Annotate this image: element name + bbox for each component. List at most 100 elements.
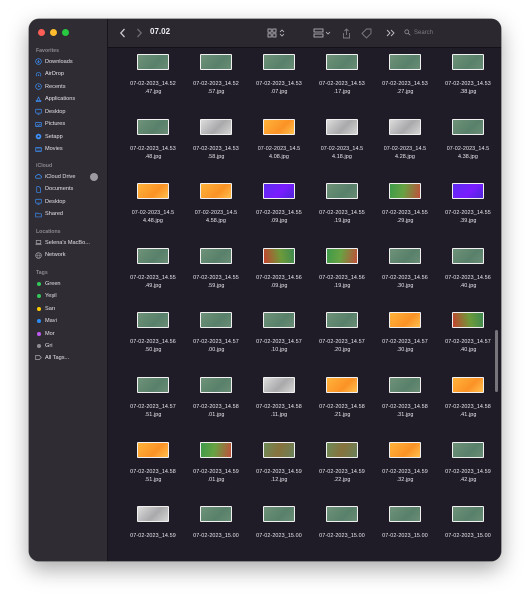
file-thumbnail[interactable] xyxy=(200,312,232,328)
file-name[interactable]: 07-02-2023_14.55 .19.jpg xyxy=(308,209,376,225)
file-item[interactable]: 07-02-2023_15.00 xyxy=(186,505,246,561)
sidebar-tag-sar[interactable]: Sarı xyxy=(35,303,103,314)
file-item[interactable]: 07-02-2023_14.59 .01.jpg xyxy=(186,441,246,503)
sidebar-item-shared[interactable]: Shared xyxy=(35,209,103,220)
file-name[interactable]: 07-02-2023_14.53 .58.jpg xyxy=(182,145,250,161)
file-item[interactable]: 07-02-2023_14.59 .32.jpg xyxy=(375,441,435,503)
file-thumbnail[interactable] xyxy=(263,377,295,393)
search-field[interactable]: Search xyxy=(404,26,501,39)
file-name[interactable]: 07-02-2023_14.57 .00.jpg xyxy=(182,338,250,354)
file-name[interactable]: 07-02-2023_14.58 .31.jpg xyxy=(371,403,439,419)
file-thumbnail[interactable] xyxy=(326,442,358,458)
file-name[interactable]: 07-02-2023_14.58 .01.jpg xyxy=(182,403,250,419)
group-by-button[interactable] xyxy=(312,25,334,41)
file-thumbnail[interactable] xyxy=(389,248,421,264)
file-thumbnail[interactable] xyxy=(452,442,484,458)
file-thumbnail[interactable] xyxy=(263,506,295,522)
file-thumbnail[interactable] xyxy=(452,119,484,135)
file-thumbnail[interactable] xyxy=(137,248,169,264)
file-item[interactable]: 07-02-2023_14.56 .50.jpg xyxy=(123,311,183,373)
file-name[interactable]: 07-02-2023_14.5 4.48.jpg xyxy=(119,209,187,225)
file-thumbnail[interactable] xyxy=(200,506,232,522)
file-item[interactable]: 07-02-2023_14.55 .59.jpg xyxy=(186,247,246,309)
file-item[interactable]: 07-02-2023_14.58 .01.jpg xyxy=(186,376,246,438)
file-item[interactable]: 07-02-2023_14.59 .12.jpg xyxy=(249,441,309,503)
sidebar-tag-green[interactable]: Green xyxy=(35,278,103,289)
file-item[interactable]: 07-02-2023_14.56 .09.jpg xyxy=(249,247,309,309)
file-item[interactable]: 07-02-2023_14.58 .21.jpg xyxy=(312,376,372,438)
file-thumbnail[interactable] xyxy=(326,183,358,199)
file-item[interactable]: 07-02-2023_14.5 4.18.jpg xyxy=(312,118,372,180)
sidebar-item-movies[interactable]: Movies xyxy=(35,144,103,155)
sidebar-tag-mavi[interactable]: Mavi xyxy=(35,316,103,327)
file-item[interactable]: 07-02-2023_14.57 .51.jpg xyxy=(123,376,183,438)
file-name[interactable]: 07-02-2023_14.5 4.08.jpg xyxy=(245,145,313,161)
file-thumbnail[interactable] xyxy=(452,183,484,199)
file-name[interactable]: 07-02-2023_15.00 xyxy=(245,532,313,540)
file-name[interactable]: 07-02-2023_15.00 xyxy=(434,532,501,540)
zoom-window-button[interactable] xyxy=(62,29,69,36)
sidebar-item-applications[interactable]: Applications xyxy=(35,94,103,105)
file-item[interactable]: 07-02-2023_14.58 .51.jpg xyxy=(123,441,183,503)
file-item[interactable]: 07-02-2023_14.53 .58.jpg xyxy=(186,118,246,180)
file-name[interactable]: 07-02-2023_14.53 .48.jpg xyxy=(119,145,187,161)
file-thumbnail[interactable] xyxy=(200,183,232,199)
file-name[interactable]: 07-02-2023_14.5 4.18.jpg xyxy=(308,145,376,161)
file-item[interactable]: 07-02-2023_14.57 .20.jpg xyxy=(312,311,372,373)
file-item[interactable]: 07-02-2023_14.53 .07.jpg xyxy=(249,53,309,115)
file-thumbnail[interactable] xyxy=(200,442,232,458)
file-name[interactable]: 07-02-2023_14.56 .50.jpg xyxy=(119,338,187,354)
sidebar-item-recents[interactable]: Recents xyxy=(35,81,103,92)
file-item[interactable]: 07-02-2023_14.5 4.48.jpg xyxy=(123,182,183,244)
file-item[interactable]: 07-02-2023_14.55 .19.jpg xyxy=(312,182,372,244)
file-item[interactable]: 07-02-2023_14.56 .19.jpg xyxy=(312,247,372,309)
file-item[interactable]: 07-02-2023_14.56 .30.jpg xyxy=(375,247,435,309)
file-thumbnail[interactable] xyxy=(326,506,358,522)
file-item[interactable]: 07-02-2023_15.00 xyxy=(438,505,498,561)
file-thumbnail[interactable] xyxy=(200,54,232,70)
file-thumbnail[interactable] xyxy=(389,506,421,522)
file-name[interactable]: 07-02-2023_14.55 .39.jpg xyxy=(434,209,501,225)
file-item[interactable]: 07-02-2023_14.57 .30.jpg xyxy=(375,311,435,373)
file-thumbnail[interactable] xyxy=(200,119,232,135)
file-thumbnail[interactable] xyxy=(263,442,295,458)
back-button[interactable] xyxy=(116,25,128,41)
file-thumbnail[interactable] xyxy=(326,248,358,264)
file-thumbnail[interactable] xyxy=(326,312,358,328)
file-thumbnail[interactable] xyxy=(452,506,484,522)
file-item[interactable]: 07-02-2023_14.58 .41.jpg xyxy=(438,376,498,438)
file-name[interactable]: 07-02-2023_14.58 .51.jpg xyxy=(119,468,187,484)
file-thumbnail[interactable] xyxy=(137,54,169,70)
file-thumbnail[interactable] xyxy=(137,119,169,135)
file-name[interactable]: 07-02-2023_14.58 .41.jpg xyxy=(434,403,501,419)
file-item[interactable]: 07-02-2023_14.52 .47.jpg xyxy=(123,53,183,115)
vertical-scrollbar[interactable] xyxy=(495,330,498,392)
sidebar-item-pictures[interactable]: Pictures xyxy=(35,119,103,130)
file-name[interactable]: 07-02-2023_14.55 .09.jpg xyxy=(245,209,313,225)
sidebar-item-downloads[interactable]: Downloads xyxy=(35,56,103,67)
file-thumbnail[interactable] xyxy=(137,442,169,458)
minimize-window-button[interactable] xyxy=(50,29,57,36)
sidebar-item-desktop[interactable]: Desktop xyxy=(35,196,103,207)
file-item[interactable]: 07-02-2023_14.5 4.58.jpg xyxy=(186,182,246,244)
sidebar-item-all-tags[interactable]: All Tags... xyxy=(35,352,103,363)
sidebar-item-network[interactable]: Network xyxy=(35,250,103,261)
icloud-sync-status-icon[interactable] xyxy=(90,173,98,181)
file-item[interactable]: 07-02-2023_14.55 .09.jpg xyxy=(249,182,309,244)
file-item[interactable]: 07-02-2023_14.52 .57.jpg xyxy=(186,53,246,115)
file-thumbnail[interactable] xyxy=(263,312,295,328)
file-name[interactable]: 07-02-2023_14.57 .51.jpg xyxy=(119,403,187,419)
file-thumbnail[interactable] xyxy=(452,377,484,393)
forward-button[interactable] xyxy=(133,25,145,41)
close-window-button[interactable] xyxy=(38,29,45,36)
file-name[interactable]: 07-02-2023_14.55 .29.jpg xyxy=(371,209,439,225)
share-button[interactable] xyxy=(339,25,353,41)
file-thumbnail[interactable] xyxy=(200,248,232,264)
file-name[interactable]: 07-02-2023_14.55 .49.jpg xyxy=(119,274,187,290)
file-thumbnail[interactable] xyxy=(263,54,295,70)
file-name[interactable]: 07-02-2023_14.5 4.28.jpg xyxy=(371,145,439,161)
file-item[interactable]: 07-02-2023_14.57 .10.jpg xyxy=(249,311,309,373)
file-thumbnail[interactable] xyxy=(137,377,169,393)
more-toolbar-button[interactable] xyxy=(384,25,396,41)
file-thumbnail[interactable] xyxy=(452,248,484,264)
